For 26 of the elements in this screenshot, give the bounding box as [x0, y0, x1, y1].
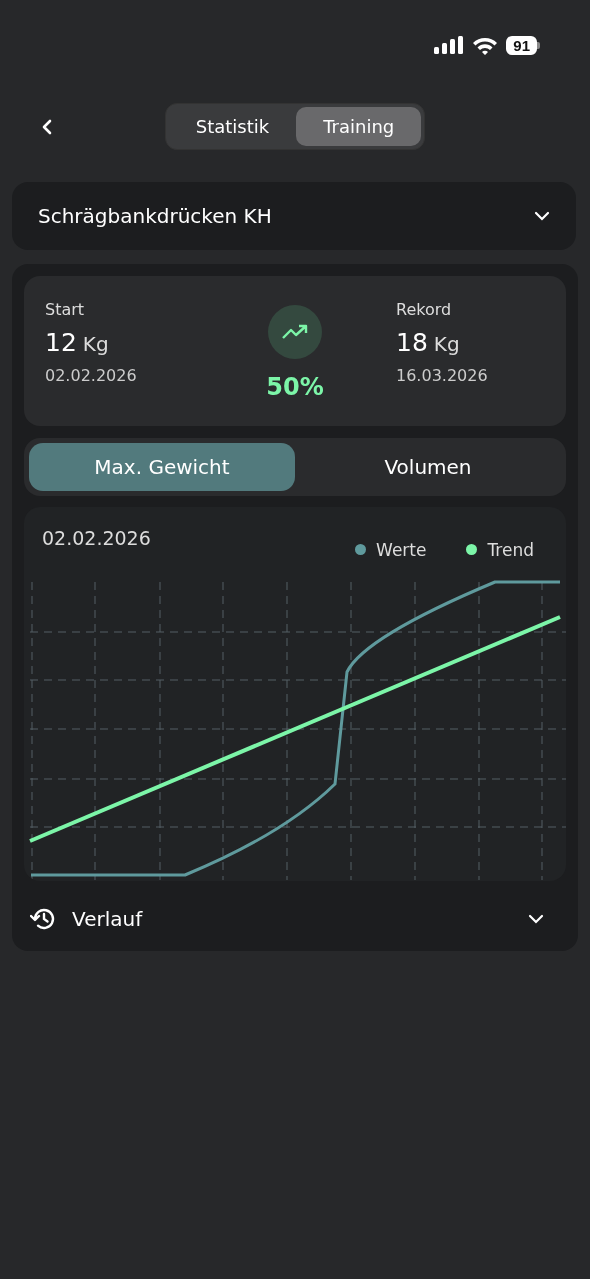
weight-value: 12	[45, 328, 77, 357]
change-percent: 50%	[266, 373, 324, 401]
legend-label: Trend	[487, 539, 534, 560]
back-chevron-icon	[42, 119, 52, 135]
chevron-down-icon	[528, 914, 544, 924]
view-tab[interactable]: Statistik	[168, 106, 297, 146]
history-toggle[interactable]: Verlauf	[24, 895, 566, 943]
stat-label: Rekord	[396, 300, 453, 319]
stat-label: Start	[45, 300, 86, 319]
legend-label: Werte	[376, 539, 427, 560]
wifi-icon	[472, 35, 499, 55]
weight-unit: Kg	[82, 332, 109, 356]
chart-date: 02.02.2026	[42, 527, 151, 551]
metric-tab[interactable]: Volumen	[295, 443, 561, 491]
trending-up-icon	[282, 324, 308, 340]
exercise-dropdown[interactable]: Schrägbankdrücken KH	[12, 182, 576, 250]
metric-tab[interactable]: Max. Gewicht	[29, 443, 295, 491]
weight-value: 18	[396, 328, 428, 357]
battery-icon: 91	[506, 35, 540, 55]
stat-date: 02.02.2026	[45, 366, 138, 385]
weight-unit: Kg	[433, 332, 460, 356]
view-tab[interactable]: Training	[296, 106, 422, 146]
stat-date: 16.03.2026	[396, 366, 489, 385]
history-icon	[30, 907, 56, 931]
signal-icon	[434, 36, 465, 54]
chevron-down-icon	[534, 211, 550, 221]
